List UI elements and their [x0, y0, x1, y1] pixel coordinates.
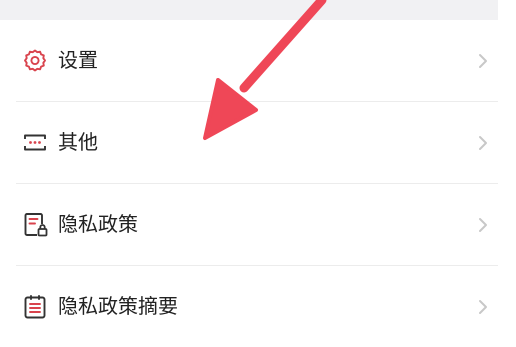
menu-item-other[interactable]: 其他 — [16, 102, 498, 184]
menu-item-privacy-policy[interactable]: 隐私政策 — [16, 184, 498, 266]
document-list-icon — [24, 295, 46, 319]
menu-item-label: 其他 — [58, 130, 98, 154]
menu-item-settings[interactable]: 设置 — [16, 20, 498, 102]
chevron-right-icon — [479, 54, 487, 68]
document-lock-icon — [24, 213, 48, 237]
chevron-right-icon — [479, 300, 487, 314]
menu-item-label: 隐私政策 — [58, 212, 138, 236]
menu-item-privacy-policy-summary[interactable]: 隐私政策摘要 — [16, 266, 498, 347]
more-icon — [24, 134, 46, 151]
chevron-right-icon — [479, 136, 487, 150]
menu-item-label: 设置 — [58, 48, 98, 72]
section-separator — [0, 0, 498, 20]
gear-icon — [24, 49, 46, 72]
menu-list: 设置 其他 隐私政策 隐私政策摘要 — [16, 20, 498, 347]
settings-page: 设置 其他 隐私政策 隐私政策摘要 — [0, 0, 516, 347]
menu-item-label: 隐私政策摘要 — [58, 294, 178, 318]
chevron-right-icon — [479, 218, 487, 232]
